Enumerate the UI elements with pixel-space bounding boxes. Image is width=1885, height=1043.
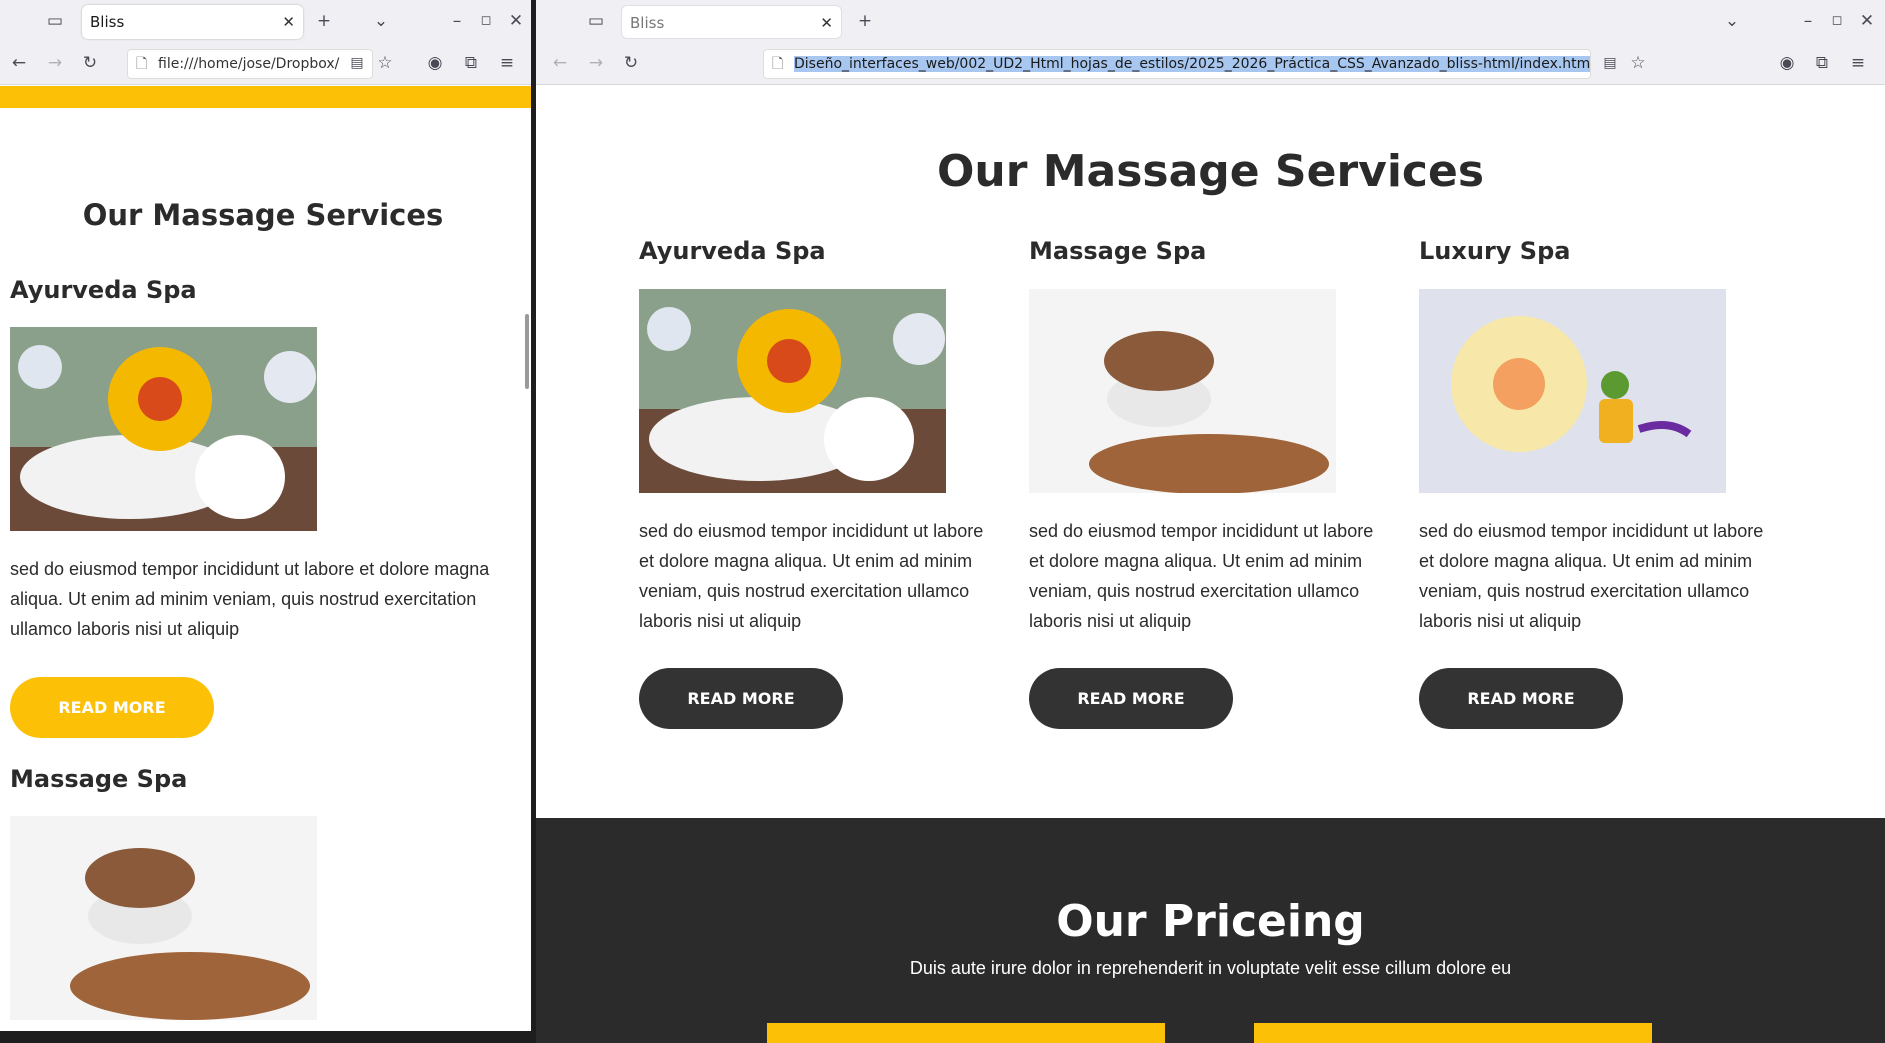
pricing-card [767, 1023, 1165, 1043]
plus-icon[interactable]: + [854, 11, 876, 31]
page-content: Our Massage Services Ayurveda Spa sed do… [536, 86, 1885, 1043]
maximize-icon[interactable]: ◻ [475, 11, 497, 31]
puzzle-icon[interactable]: ⧉ [1811, 53, 1833, 73]
url-bar[interactable]: 🗋 Diseño_interfaces_web/002_UD2_Html_hoj… [763, 49, 1591, 79]
arrow-left-icon[interactable]: ← [8, 53, 30, 73]
close-icon[interactable]: ✕ [505, 11, 527, 31]
tab-overview-icon[interactable]: ▭ [585, 11, 607, 31]
service-title: Luxury Spa [1419, 237, 1571, 265]
minimize-icon[interactable]: – [1797, 11, 1819, 31]
puzzle-icon[interactable]: ⧉ [460, 53, 482, 73]
reload-icon[interactable]: ↻ [79, 53, 101, 73]
ayurveda-spa-image [639, 289, 946, 493]
chevron-down-icon[interactable]: ⌄ [370, 11, 392, 31]
arrow-right-icon[interactable]: → [585, 53, 607, 73]
page-content: Our Massage Services Ayurveda Spa sed do… [0, 86, 531, 1031]
service-description: sed do eiusmod tempor incididunt ut labo… [10, 559, 490, 639]
service-title: Massage Spa [1029, 237, 1207, 265]
close-icon[interactable]: ✕ [1856, 11, 1878, 31]
tab-bliss[interactable]: Bliss ✕ [621, 5, 842, 39]
account-icon[interactable]: ◉ [1776, 53, 1798, 73]
nav-bar: ← → ↻ 🗋 file:///home/jose/Dropbox/ ▤ ☆ ◉… [0, 43, 531, 85]
account-icon[interactable]: ◉ [424, 53, 446, 73]
maximize-icon[interactable]: ◻ [1826, 11, 1848, 31]
plus-icon[interactable]: + [313, 11, 335, 31]
service-description: sed do eiusmod tempor incididunt ut labo… [1419, 521, 1764, 631]
star-icon[interactable]: ☆ [1627, 53, 1649, 73]
document-icon: 🗋 [772, 56, 784, 72]
tab-strip: ▭ Bliss ✕ + ⌄ – ◻ ✕ [536, 0, 1885, 43]
pricing-card [1254, 1023, 1652, 1043]
ayurveda-spa-image [10, 327, 317, 531]
chevron-down-icon[interactable]: ⌄ [1721, 11, 1743, 31]
service-title: Ayurveda Spa [639, 237, 826, 265]
pricing-subtitle: Duis aute irure dolor in reprehenderit i… [909, 958, 1512, 978]
reload-icon[interactable]: ↻ [620, 53, 642, 73]
tab-title: Bliss [90, 13, 125, 31]
luxury-spa-image [1419, 289, 1726, 493]
arrow-left-icon[interactable]: ← [549, 53, 571, 73]
close-icon[interactable]: ✕ [282, 5, 295, 39]
service-description: sed do eiusmod tempor incididunt ut labo… [1029, 521, 1374, 631]
arrow-right-icon[interactable]: → [44, 53, 66, 73]
tab-title: Bliss [630, 14, 665, 32]
tab-strip: ▭ Bliss ✕ + ⌄ – ◻ ✕ [0, 0, 531, 43]
header-accent-bar [0, 86, 531, 108]
tab-bliss[interactable]: Bliss ✕ [82, 5, 303, 39]
pricing-section: Our Priceing Duis aute irure dolor in re… [536, 818, 1885, 1043]
star-icon[interactable]: ☆ [374, 53, 396, 73]
url-text: Diseño_interfaces_web/002_UD2_Html_hojas… [794, 56, 1590, 72]
hamburger-icon[interactable]: ≡ [496, 53, 518, 73]
read-more-button[interactable]: READ MORE [1029, 668, 1233, 729]
service-description: sed do eiusmod tempor incididunt ut labo… [639, 521, 984, 631]
read-more-button[interactable]: READ MORE [639, 668, 843, 729]
section-heading: Our Massage Services [936, 146, 1485, 197]
pricing-heading: Our Priceing [1056, 896, 1365, 947]
massage-spa-image [10, 816, 317, 1020]
read-more-button[interactable]: READ MORE [1419, 668, 1623, 729]
section-heading: Our Massage Services [82, 198, 444, 232]
read-more-button[interactable]: READ MORE [10, 677, 214, 738]
right-browser-window: ▭ Bliss ✕ + ⌄ – ◻ ✕ ← → ↻ 🗋 Diseño_inter… [536, 0, 1885, 1043]
document-icon: 🗋 [136, 56, 148, 72]
browser-toolbar: ▭ Bliss ✕ + ⌄ – ◻ ✕ ← → ↻ 🗋 Diseño_inter… [536, 0, 1885, 85]
massage-spa-image [1029, 289, 1336, 493]
minimize-icon[interactable]: – [446, 11, 468, 31]
service-title: Massage Spa [10, 765, 188, 793]
reader-view-icon[interactable]: ▤ [1599, 53, 1621, 73]
nav-bar: ← → ↻ 🗋 Diseño_interfaces_web/002_UD2_Ht… [536, 43, 1885, 85]
url-bar[interactable]: 🗋 file:///home/jose/Dropbox/ [127, 49, 373, 79]
left-browser-window: ▭ Bliss ✕ + ⌄ – ◻ ✕ ← → ↻ 🗋 file:///home… [0, 0, 531, 1031]
hamburger-icon[interactable]: ≡ [1847, 53, 1869, 73]
url-text: file:///home/jose/Dropbox/ [158, 56, 340, 72]
browser-toolbar: ▭ Bliss ✕ + ⌄ – ◻ ✕ ← → ↻ 🗋 file:///home… [0, 0, 531, 85]
scrollbar[interactable] [525, 314, 529, 389]
reader-view-icon[interactable]: ▤ [346, 53, 368, 73]
service-title: Ayurveda Spa [10, 276, 197, 304]
tab-overview-icon[interactable]: ▭ [44, 11, 66, 31]
close-icon[interactable]: ✕ [820, 6, 833, 40]
